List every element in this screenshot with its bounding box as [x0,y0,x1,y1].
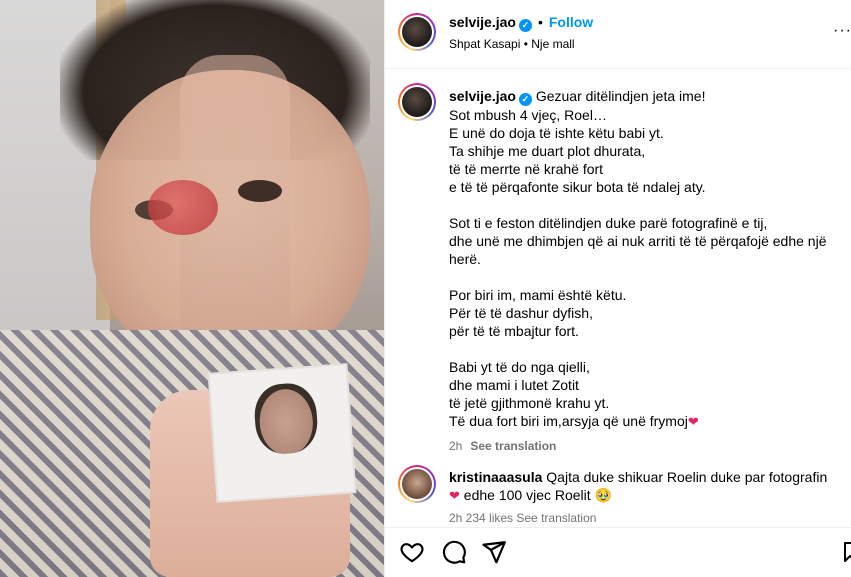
comment-body-2: edhe 100 vjec Roelit 🥹 [463,487,612,503]
verified-badge-icon: ✓ [518,93,532,106]
caption-paragraph-2: Sot ti e feston ditëlindjen duke parë fo… [449,215,827,267]
child-eye-right [238,180,282,202]
commenter-username[interactable]: kristinaaasula [449,469,542,485]
comment-text: kristinaaasula Qajta duke shikuar Roelin… [449,468,829,505]
post-caption: selvije.jao ✓ Gezuar ditëlindjen jeta ime… [449,87,844,455]
paper-plane-icon[interactable] [481,539,507,565]
post-actions-bar [385,527,851,577]
author-avatar[interactable] [398,13,436,51]
more-options-icon[interactable]: ··· [833,22,851,40]
bookmark-icon[interactable] [843,539,851,565]
comment-bubble-icon[interactable] [441,539,467,565]
post-sidebar: selvije.jao ✓ • Follow Shpat Kasapi • Nje m… [384,0,851,577]
follow-button[interactable]: Follow [549,14,593,30]
commenter-avatar[interactable] [398,465,436,503]
caption-meta: 2h See translation [449,437,844,455]
comment-body: Qajta duke shikuar Roelin duke par fotog… [546,469,828,485]
post-location[interactable]: Shpat Kasapi • Nje mall [449,37,575,51]
caption-author-avatar[interactable] [398,83,436,121]
see-translation-link[interactable]: See translation [470,439,556,453]
verified-badge-icon: ✓ [518,19,532,32]
caption-time: 2h [449,439,463,453]
caption-paragraph-1: Gezuar ditëlindjen jeta ime! Sot mbush 4… [449,88,706,195]
caption-paragraph-4: Babi yt të do nga qielli, dhe mami i lut… [449,359,688,429]
separator-dot: • [537,14,543,30]
held-photograph [207,363,357,503]
comment-meta: 2h 234 likes See translation [449,511,597,525]
author-username[interactable]: selvije.jao [449,14,516,30]
heart-outline-icon[interactable] [399,539,425,565]
caption-paragraph-3: Por biri im, mami është këtu. Për të të … [449,287,627,339]
photograph-portrait [252,381,320,456]
comments-scroll-area[interactable]: selvije.jao ✓ Gezuar ditëlindjen jeta ime… [385,70,851,526]
post-viewer: selvije.jao ✓ • Follow Shpat Kasapi • Nje m… [0,0,851,577]
caption-username[interactable]: selvije.jao [449,88,516,104]
heart-emoji-icon: ❤ [687,414,699,429]
heart-emoji-icon: ❤ [449,488,460,503]
red-balloon [148,180,218,235]
post-header: selvije.jao ✓ • Follow Shpat Kasapi • Nje m… [385,0,851,69]
header-user-line: selvije.jao ✓ • Follow [449,14,593,32]
post-image[interactable] [0,0,384,577]
